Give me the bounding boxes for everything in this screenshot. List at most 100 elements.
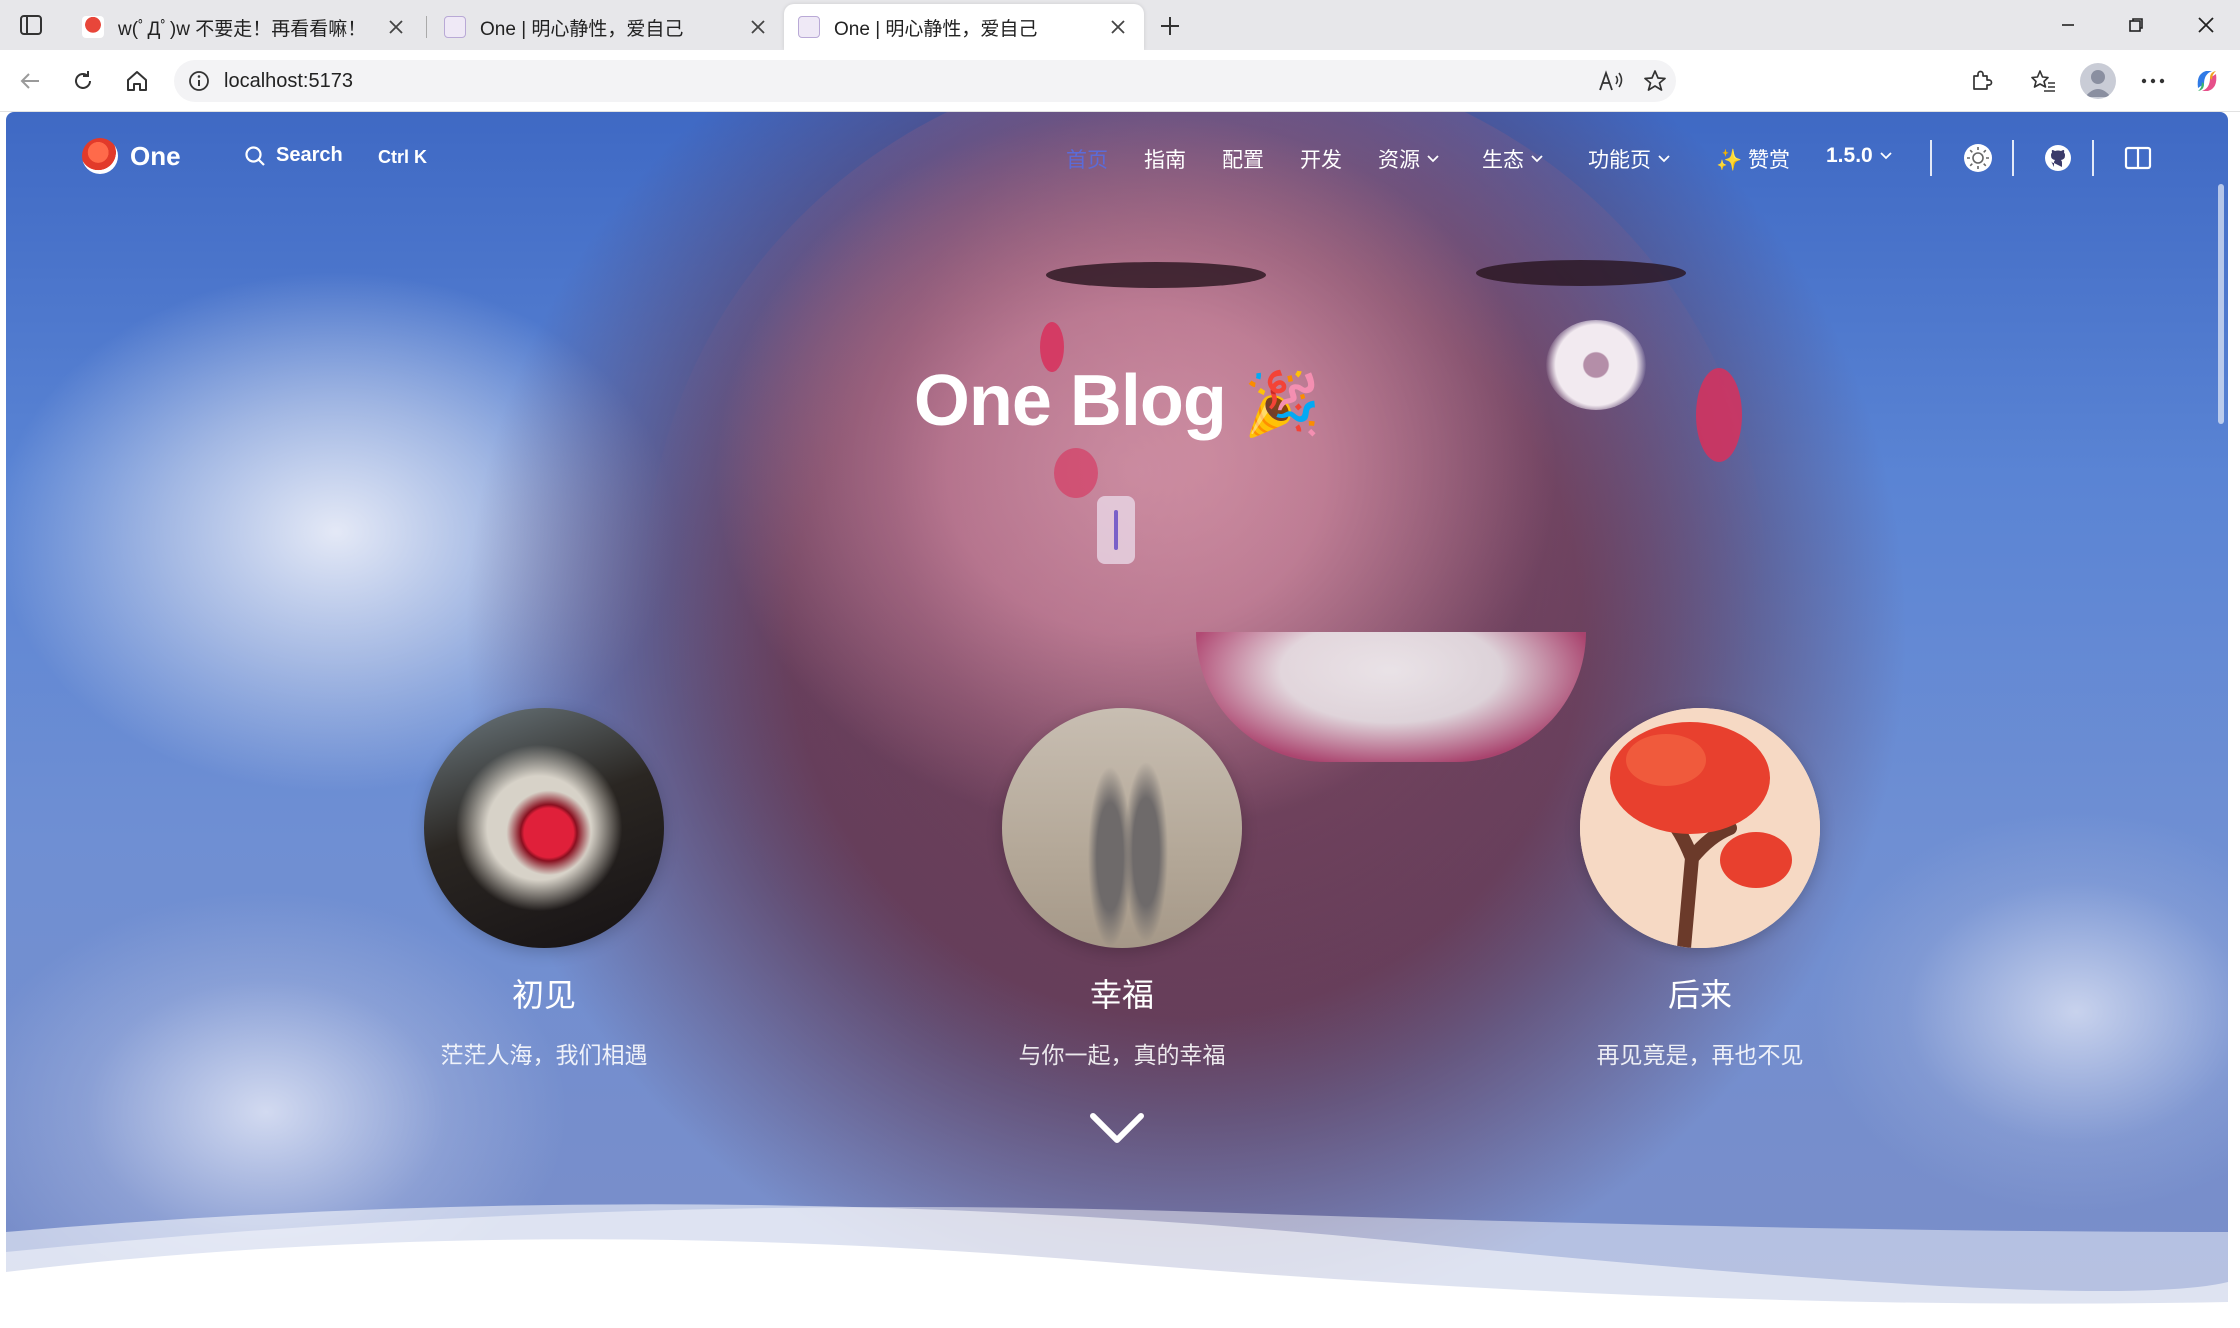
nav-link-guide[interactable]: 指南 — [1144, 144, 1186, 174]
browser-tab-1[interactable]: w(ﾟДﾟ)w 不要走！再看看嘛！ — [68, 4, 422, 50]
site-brand-name: One — [130, 140, 181, 171]
extensions-button[interactable] — [1962, 63, 2000, 99]
nav-link-label: 首页 — [1066, 149, 1108, 172]
nav-menu-version[interactable]: 1.5.0 — [1826, 144, 1893, 168]
nav-link-config[interactable]: 配置 — [1222, 144, 1264, 174]
close-window-button[interactable] — [2182, 8, 2230, 42]
tab-title: One | 明心静性，爱自己 — [480, 18, 684, 40]
nav-link-label: 开发 — [1300, 149, 1342, 172]
close-tab-icon[interactable] — [384, 15, 408, 39]
search-button[interactable]: Search — [244, 144, 343, 167]
nav-link-label: 指南 — [1144, 149, 1186, 172]
nav-divider — [2012, 140, 2014, 176]
site-navbar: One Search Ctrl K 首页 指南 配置 开发 资源 生态 功能页 … — [6, 112, 2228, 182]
site-info-icon[interactable] — [186, 68, 212, 94]
nav-link-home[interactable]: 首页 — [1066, 144, 1108, 174]
more-dots-icon — [2141, 78, 2165, 84]
tree-favicon-icon — [82, 16, 104, 38]
tree-logo-icon — [82, 138, 118, 174]
copilot-button[interactable] — [2188, 63, 2226, 99]
site-logo[interactable]: One — [82, 138, 181, 174]
back-button[interactable] — [12, 63, 50, 99]
nav-link-sponsor[interactable]: ✨ 赞赏 — [1716, 144, 1790, 174]
theme-toggle-button[interactable] — [1960, 140, 1996, 176]
close-tab-icon[interactable] — [746, 15, 770, 39]
minimize-button[interactable] — [2044, 8, 2092, 42]
github-icon — [2045, 145, 2071, 171]
red-tree-illustration — [1580, 708, 1820, 948]
tab-title: w(ﾟДﾟ)w 不要走！再看看嘛！ — [118, 18, 367, 40]
copilot-icon — [2197, 71, 2217, 91]
settings-more-button[interactable] — [2134, 63, 2172, 99]
search-shortcut: Ctrl K — [378, 147, 427, 167]
browser-tab-3-active[interactable]: One | 明心静性，爱自己 — [784, 4, 1144, 50]
reload-icon — [75, 71, 91, 89]
address-bar[interactable]: localhost:5173 — [174, 60, 1676, 102]
nav-menu-resources[interactable]: 资源 — [1378, 144, 1440, 174]
restore-button[interactable] — [2112, 8, 2160, 42]
star-icon — [1644, 70, 1666, 91]
favorites-button[interactable] — [2024, 63, 2062, 99]
typing-cursor — [1097, 496, 1135, 564]
scroll-down-chevron-icon[interactable] — [1087, 1108, 1147, 1148]
close-tab-icon[interactable] — [1106, 15, 1130, 39]
nav-menu-feature-pages[interactable]: 功能页 — [1588, 144, 1671, 174]
browser-tab-strip: w(ﾟДﾟ)w 不要走！再看看嘛！ One | 明心静性，爱自己 One | 明… — [0, 0, 2240, 50]
reader-mode-button[interactable] — [2120, 140, 2156, 176]
nav-link-develop[interactable]: 开发 — [1300, 144, 1342, 174]
nav-link-label: 1.5.0 — [1826, 144, 1873, 167]
home-icon — [127, 71, 147, 91]
chevron-down-icon — [1427, 155, 1439, 163]
sun-icon — [1964, 144, 1992, 172]
chevron-down-icon — [1880, 152, 1892, 160]
reload-button[interactable] — [64, 63, 102, 99]
close-icon — [2198, 17, 2214, 33]
tab-separator — [426, 16, 427, 38]
nav-link-label: 资源 — [1378, 149, 1420, 172]
card-subtitle: 茫茫人海，我们相遇 — [440, 1042, 648, 1068]
nav-divider — [1930, 140, 1932, 176]
card-title: 幸福 — [1089, 977, 1154, 1013]
feature-card[interactable]: 后来 再见竟是，再也不见 — [1550, 708, 1850, 1070]
search-icon — [245, 145, 265, 166]
nav-link-label: ✨ 赞赏 — [1716, 149, 1790, 172]
feature-card[interactable]: 初见 茫茫人海，我们相遇 — [394, 708, 694, 1070]
page-favicon-icon — [798, 16, 820, 38]
card-subtitle: 再见竟是，再也不见 — [1596, 1042, 1804, 1068]
favorites-list-icon — [2031, 70, 2055, 92]
page-viewport: One Search Ctrl K 首页 指南 配置 开发 资源 生态 功能页 … — [6, 112, 2228, 1324]
typing-cursor-line — [1114, 510, 1118, 550]
tab-actions-button[interactable] — [14, 10, 48, 40]
tab-title: One | 明心静性，爱自己 — [834, 18, 1038, 40]
card-subtitle: 与你一起，真的幸福 — [1018, 1042, 1226, 1068]
hero-title-text: One Blog — [913, 361, 1227, 441]
url-text[interactable]: localhost:5173 — [224, 70, 353, 93]
minimize-icon — [2062, 24, 2074, 26]
party-popper-icon: 🎉 — [1243, 370, 1321, 439]
feature-card[interactable]: 幸福 与你一起，真的幸福 — [972, 708, 1272, 1070]
couple-shadow-image — [1002, 708, 1242, 948]
read-aloud-button[interactable] — [1594, 65, 1628, 97]
portrait-eye-left — [1046, 262, 1266, 288]
restore-icon — [2129, 18, 2143, 32]
favorite-button[interactable] — [1638, 65, 1672, 97]
card-title: 初见 — [511, 977, 576, 1013]
github-link[interactable] — [2040, 140, 2076, 176]
nav-link-label: 功能页 — [1588, 149, 1651, 172]
home-button[interactable] — [118, 63, 156, 99]
page-favicon-icon — [444, 16, 466, 38]
hero-bottom-wave — [6, 1204, 2228, 1324]
puzzle-icon — [1973, 70, 1993, 90]
nav-menu-ecosystem[interactable]: 生态 — [1482, 144, 1544, 174]
nav-link-label: 配置 — [1222, 149, 1264, 172]
card-title: 后来 — [1667, 977, 1732, 1013]
hero-title: One Blog 🎉 — [6, 360, 2228, 442]
new-tab-button[interactable] — [1152, 8, 1188, 44]
profile-avatar[interactable] — [2080, 63, 2116, 99]
nav-link-label: 生态 — [1482, 149, 1524, 172]
search-label: Search — [276, 144, 343, 166]
portrait-cheek-mark — [1054, 448, 1098, 498]
browser-tab-2[interactable]: One | 明心静性，爱自己 — [430, 4, 784, 50]
portrait-eye-right — [1476, 260, 1686, 286]
nav-divider — [2092, 140, 2094, 176]
